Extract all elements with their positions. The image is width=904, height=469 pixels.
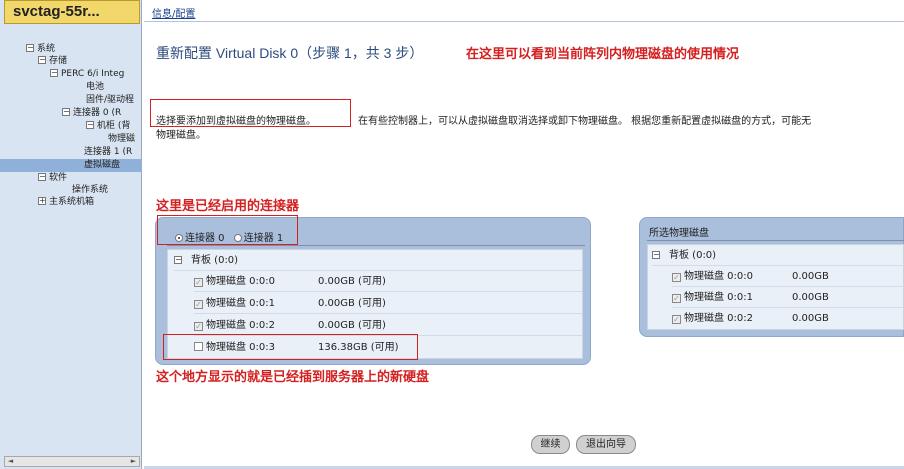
- selected-disk-row: ✓ 物理磁盘 0:0:0 0.00GB: [672, 266, 904, 287]
- annotation-highlight-new-disk: [163, 334, 418, 360]
- tree-item-firmware[interactable]: 固件/驱动程: [86, 94, 134, 106]
- disk-checkbox: ✓: [672, 294, 681, 303]
- description-text-cont: 物理磁盘。: [156, 130, 206, 141]
- tree-item-connector-1[interactable]: 连接器 1 (R: [84, 146, 132, 158]
- collapse-icon[interactable]: −: [50, 69, 58, 77]
- continue-button[interactable]: 继续: [531, 435, 570, 454]
- disk-checkbox: ✓: [672, 315, 681, 324]
- backplane-row: − 背板 (0:0): [652, 245, 904, 266]
- horizontal-scrollbar[interactable]: ◄ ►: [4, 456, 140, 467]
- tree-item-system[interactable]: − 系统: [26, 43, 55, 55]
- collapse-icon[interactable]: −: [62, 108, 70, 116]
- tree-item-connector-0[interactable]: − 连接器 0 (R: [62, 107, 121, 119]
- disk-checkbox: ✓: [194, 322, 203, 331]
- radio-selected-icon[interactable]: [175, 234, 183, 242]
- disk-checkbox: ✓: [194, 300, 203, 309]
- disk-size: 0.00GB (可用): [318, 298, 386, 309]
- annotation-new-disk: 这个地方显示的就是已经插到服务器上的新硬盘: [156, 370, 430, 385]
- selected-disk-row: ✓ 物理磁盘 0:0:2 0.00GB: [672, 308, 904, 329]
- tree-selection-highlight: [0, 159, 142, 172]
- navigation-tree-panel: svctag-55r... − 系统 − 存储 − PERC 6/i Integ 电池…: [0, 0, 142, 469]
- tree-item-physical-disks[interactable]: 物理磁: [108, 133, 135, 145]
- expand-icon[interactable]: +: [38, 197, 46, 205]
- scroll-right-icon[interactable]: ►: [128, 457, 139, 466]
- collapse-icon[interactable]: −: [38, 173, 46, 181]
- disk-size: 0.00GB: [792, 271, 829, 282]
- selected-disk-list: − 背板 (0:0) ✓ 物理磁盘 0:0:0 0.00GB ✓ 物理磁盘 0:0:1…: [647, 244, 904, 330]
- collapse-icon[interactable]: −: [174, 256, 182, 264]
- tree-view: − 系统 − 存储 − PERC 6/i Integ 电池 固件/驱动程 − 连接器 0…: [0, 42, 142, 456]
- disk-size: 0.00GB (可用): [318, 276, 386, 287]
- connector-0-radio[interactable]: 连接器 0: [175, 233, 225, 244]
- connector-1-radio[interactable]: 连接器 1: [233, 233, 283, 244]
- disk-size: 0.00GB: [792, 292, 829, 303]
- breadcrumb-divider: [144, 21, 904, 22]
- tree-item-storage[interactable]: − 存储: [38, 55, 67, 67]
- exit-wizard-button[interactable]: 退出向导: [576, 435, 636, 454]
- tree-item-operating-system[interactable]: 操作系统: [72, 184, 108, 196]
- disk-size: 0.00GB: [792, 313, 829, 324]
- connector-radio-group: 连接器 0 连接器 1: [175, 229, 283, 244]
- radio-icon[interactable]: [233, 234, 242, 242]
- collapse-icon[interactable]: −: [86, 121, 94, 129]
- description-text: 在有些控制器上，可以从虚拟磁盘取消选择或卸下物理磁盘。 根据您重新配置虚拟磁盘的…: [358, 116, 812, 127]
- selected-disks-title: 所选物理磁盘: [649, 228, 709, 239]
- collapse-icon[interactable]: −: [26, 44, 34, 52]
- disk-checkbox: ✓: [672, 273, 681, 282]
- disk-row[interactable]: ✓ 物理磁盘 0:0:0 0.00GB (可用): [194, 271, 582, 292]
- tree-item-software[interactable]: − 软件: [38, 172, 67, 184]
- disk-row[interactable]: ✓ 物理磁盘 0:0:2 0.00GB (可用): [194, 315, 582, 336]
- tree-item-battery[interactable]: 电池: [86, 81, 104, 93]
- breadcrumb[interactable]: 信息/配置: [152, 5, 195, 20]
- tree-item-enclosure[interactable]: − 机柜 (背: [86, 120, 130, 132]
- selected-disk-row: ✓ 物理磁盘 0:0:1 0.00GB: [672, 287, 904, 308]
- annotation-connectors: 这里是已经启用的连接器: [156, 199, 300, 214]
- scroll-left-icon[interactable]: ◄: [5, 457, 16, 466]
- tree-item-perc-controller[interactable]: − PERC 6/i Integ: [50, 68, 124, 80]
- host-name-label[interactable]: svctag-55r...: [4, 0, 140, 24]
- annotation-top: 在这里可以看到当前阵列内物理磁盘的使用情况: [466, 47, 740, 62]
- selected-disks-divider: [647, 240, 904, 241]
- page-title: 重新配置 Virtual Disk 0（步骤 1，共 3 步）: [156, 45, 424, 61]
- backplane-row: − 背板 (0:0): [174, 250, 582, 271]
- tree-item-main-chassis[interactable]: + 主系统机箱: [38, 196, 94, 208]
- disk-checkbox: ✓: [194, 278, 203, 287]
- annotation-highlight-instruction: [150, 99, 351, 127]
- disk-row[interactable]: ✓ 物理磁盘 0:0:1 0.00GB (可用): [194, 293, 582, 314]
- collapse-icon[interactable]: −: [38, 56, 46, 64]
- disk-size: 0.00GB (可用): [318, 320, 386, 331]
- connector-divider: [167, 245, 585, 246]
- tree-item-virtual-disks[interactable]: 虚拟磁盘: [84, 159, 120, 171]
- collapse-icon[interactable]: −: [652, 251, 660, 259]
